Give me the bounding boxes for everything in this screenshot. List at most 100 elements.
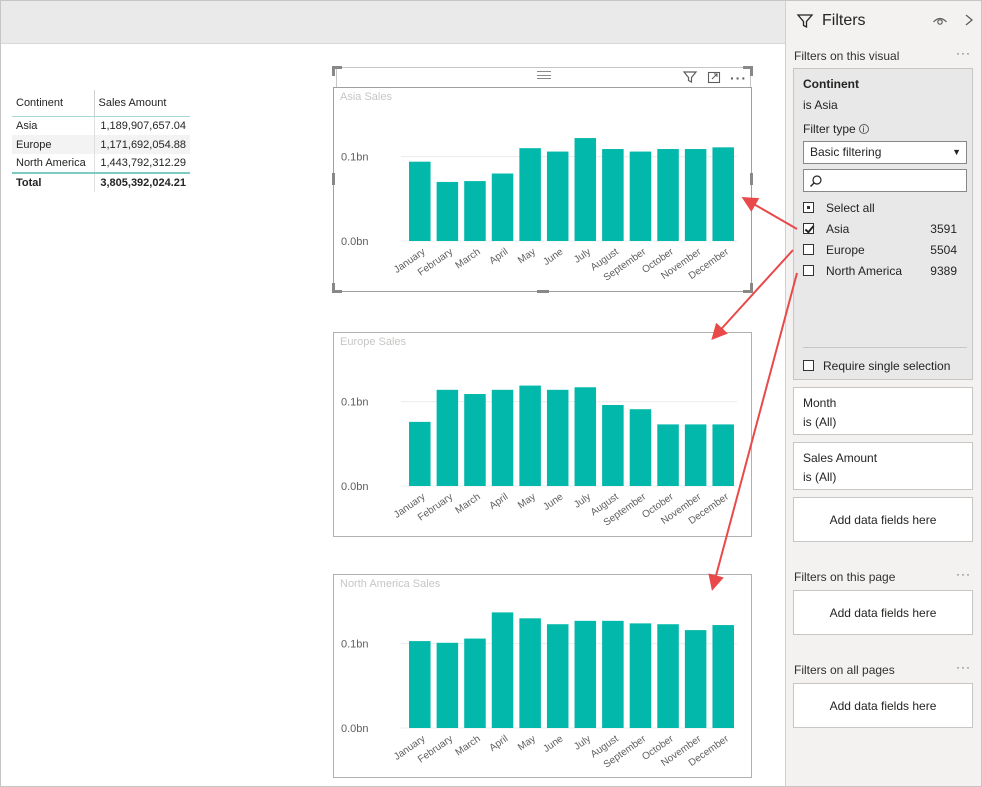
bar[interactable] [409,161,431,241]
bar[interactable] [657,624,679,728]
filter-option-europe[interactable]: Europe 5504 [803,241,968,259]
drag-grip-icon[interactable] [537,71,551,79]
bar[interactable] [546,151,569,241]
bar[interactable] [546,389,569,486]
bar[interactable] [684,630,707,728]
more-options-icon[interactable]: ··· [956,567,971,581]
option-label: Europe [826,243,865,257]
checkbox[interactable] [803,265,814,276]
sales-amount-filter-card[interactable]: Sales Amount is (All) [793,442,973,490]
bar[interactable] [657,424,679,486]
bar[interactable] [491,389,514,486]
bar[interactable] [436,181,459,241]
filter-type-dropdown[interactable]: Basic filtering ▼ [803,141,967,164]
option-label: Asia [826,222,850,236]
bar[interactable] [546,624,569,728]
visual-header: ··· [336,67,751,87]
filter-card-name: Continent [803,77,859,91]
table-row[interactable]: Asia 1,189,907,657.04 [12,116,190,135]
chart-plot: 0.0bn0.1bnJanuaryFebruaryMarch April May Ju… [341,138,737,284]
bar[interactable] [712,424,734,486]
bar[interactable] [629,409,652,486]
add-data-fields-page[interactable]: Add data fields here [793,590,973,635]
select-all-checkbox[interactable] [803,202,814,213]
bar[interactable] [629,151,652,241]
x-tick-label: June [541,246,565,268]
checkbox[interactable] [803,360,814,371]
bar[interactable] [491,173,514,242]
filters-title: Filters [822,12,866,29]
asia-sales-chart[interactable]: 0.0bn 0.1bn January February March April May Ju… [333,87,752,292]
bar[interactable] [409,421,431,486]
resize-handle[interactable] [750,66,753,76]
resize-handle[interactable] [332,173,335,185]
bar[interactable] [602,149,624,241]
continent-filter-card[interactable]: Continent is Asia Filter type i Basic fil… [793,68,973,380]
x-tick-label: April [488,733,511,753]
bar[interactable] [684,424,707,486]
y-tick-label: 0.1bn [341,152,369,164]
require-single-selection-option[interactable]: Require single selection [803,357,968,375]
checkbox[interactable] [803,244,814,255]
column-header-continent[interactable]: Continent [12,90,94,117]
resize-handle[interactable] [750,173,753,185]
bar[interactable] [602,620,624,728]
bar[interactable] [629,623,652,728]
filter-option-north-america[interactable]: North America 9389 [803,262,968,280]
resize-handle[interactable] [537,290,549,293]
bar[interactable] [712,147,734,241]
filter-option-asia[interactable]: Asia 3591 [803,220,968,238]
more-options-icon[interactable]: ··· [730,69,747,87]
north-america-sales-chart[interactable]: 0.0bn 0.1bn January February March April May Ju… [333,574,752,778]
table-row[interactable]: North America 1,443,792,312.29 [12,154,190,173]
bar[interactable] [657,149,679,241]
month-filter-card[interactable]: Month is (All) [793,387,973,435]
resize-handle[interactable] [332,283,335,293]
collapse-pane-chevron-icon[interactable] [964,12,974,33]
eye-icon[interactable] [932,14,948,32]
resize-handle[interactable] [332,66,335,76]
bar[interactable] [464,394,486,486]
info-icon[interactable]: i [858,124,869,134]
bar[interactable] [436,389,459,486]
x-tick-label: March [454,491,483,516]
bar[interactable] [712,625,734,728]
more-options-icon[interactable]: ··· [956,46,971,60]
europe-sales-chart[interactable]: 0.0bn 0.1bn January February March April May Ju… [333,332,752,537]
bar[interactable] [519,385,541,486]
bar[interactable] [519,618,541,728]
bar[interactable] [464,181,486,241]
focus-mode-icon[interactable] [706,69,722,89]
checkbox[interactable] [803,223,814,234]
add-data-fields-all-pages[interactable]: Add data fields here [793,683,973,728]
option-label: North America [826,264,903,278]
add-data-fields-visual[interactable]: Add data fields here [793,497,973,542]
filters-on-all-pages-label: Filters on all pages [794,663,895,677]
table-row[interactable]: Europe 1,171,692,054.88 [12,135,190,154]
report-window: Continent Sales Amount Asia 1,189,907,65… [0,0,982,787]
table-cell-sales: 1,443,792,312.29 [93,154,190,173]
visual-filter-icon[interactable] [682,69,698,89]
y-tick-label: 0.0bn [341,723,369,735]
more-options-icon[interactable]: ··· [956,660,971,674]
filter-search-input[interactable] [803,169,967,192]
bar[interactable] [491,612,514,728]
bar[interactable] [574,620,597,728]
bar[interactable] [602,405,624,486]
bar[interactable] [464,638,486,728]
bar[interactable] [574,138,597,241]
bar[interactable] [436,642,459,728]
select-all-option[interactable]: Select all [803,199,968,217]
table-cell-continent: Europe [12,135,94,154]
bar[interactable] [519,148,541,241]
resize-handle[interactable] [750,283,753,293]
sales-table-visual[interactable]: Continent Sales Amount Asia 1,189,907,65… [12,90,190,192]
bar[interactable] [574,387,597,486]
bar[interactable] [409,641,431,728]
bar[interactable] [684,149,707,241]
add-data-fields-label: Add data fields here [829,699,937,713]
report-toolbar-area [0,0,785,44]
column-header-sales-amount[interactable]: Sales Amount [93,90,190,117]
x-tick-label: May [516,491,538,511]
y-tick-label: 0.0bn [341,481,369,493]
